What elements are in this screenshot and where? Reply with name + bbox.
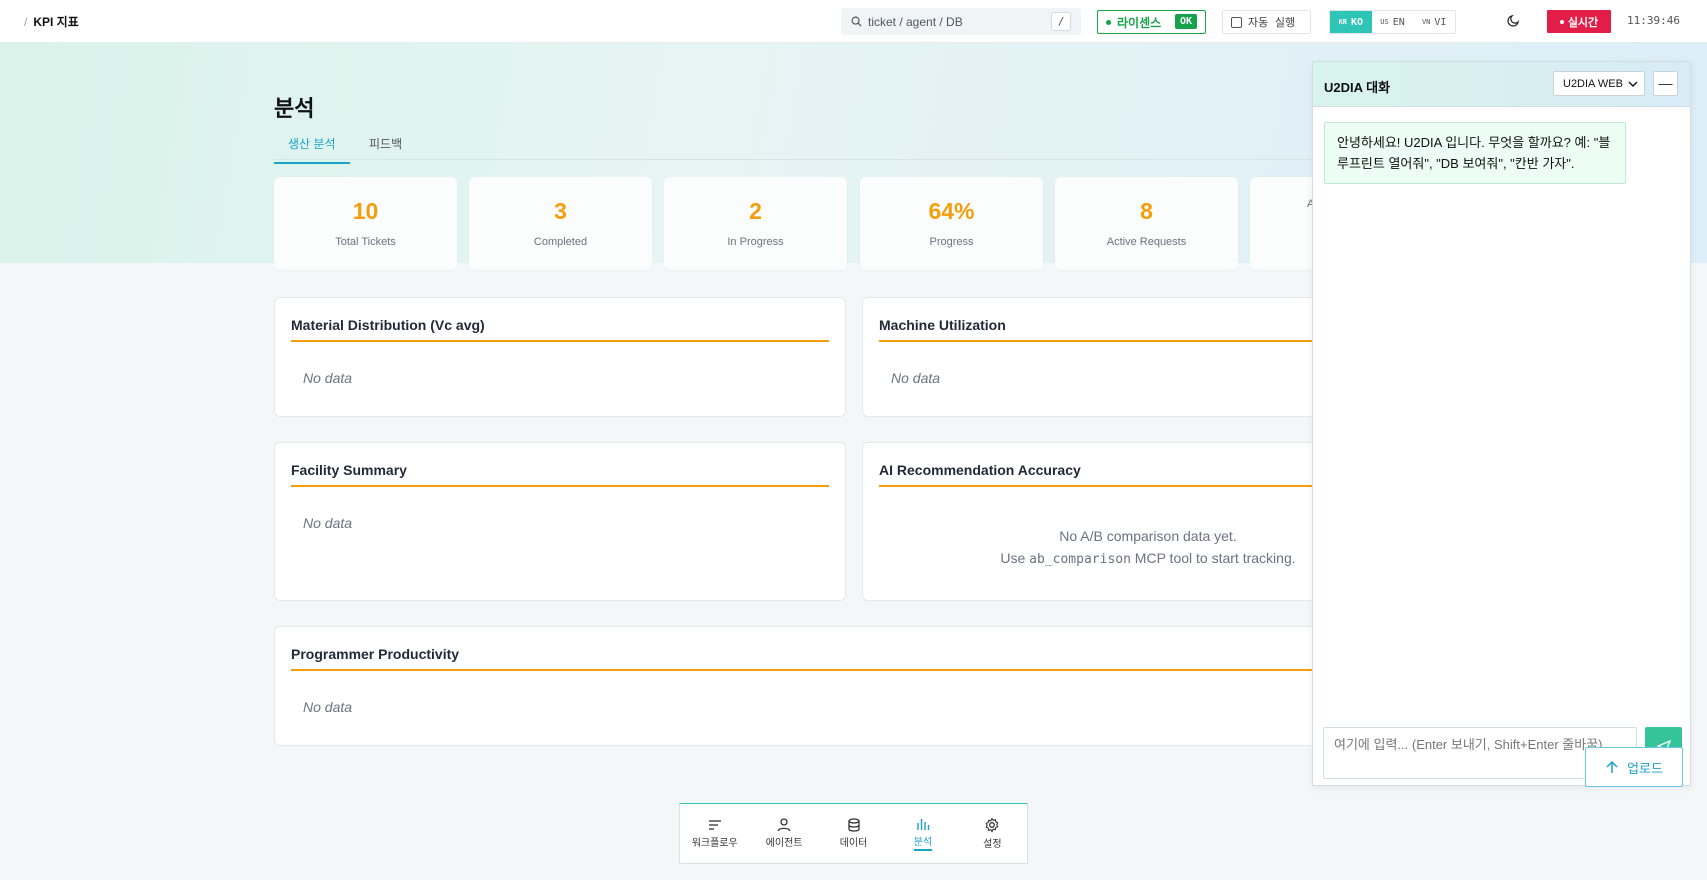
chart-icon	[917, 818, 930, 830]
live-label: 실시간	[1567, 15, 1599, 29]
tab-feedback[interactable]: 피드백	[369, 135, 402, 152]
tab-production-analysis[interactable]: 생산 분석	[274, 135, 350, 164]
chat-minimize-button[interactable]: —	[1653, 71, 1678, 96]
card-title: Programmer Productivity	[291, 646, 460, 662]
auto-run-label: 자동 실행	[1248, 16, 1296, 29]
workflow-icon	[708, 820, 721, 830]
chat-mode-select[interactable]: U2DIA WEB	[1553, 71, 1645, 96]
nav-data[interactable]: 데이터	[819, 804, 888, 863]
bottom-nav: 워크플로우 에이전트 데이터 분석 설정	[679, 803, 1028, 864]
nav-label: 워크플로우	[691, 838, 738, 849]
kpi-label: Completed	[533, 236, 588, 248]
auto-run-toggle[interactable]: 자동 실행	[1222, 10, 1311, 34]
license-badge[interactable]: 라이센스 OK	[1097, 10, 1206, 34]
nav-agent[interactable]: 에이전트	[749, 804, 818, 863]
live-dot	[1559, 19, 1564, 24]
database-icon	[847, 818, 860, 832]
code-tool-name: ab_comparison	[1029, 552, 1131, 567]
nav-analysis[interactable]: 분석	[888, 804, 957, 863]
upload-button[interactable]: 업로드	[1585, 747, 1683, 787]
kpi-label: Total Tickets	[335, 236, 396, 248]
lang-vi[interactable]: VN VI	[1413, 11, 1455, 33]
nav-label: 데이터	[839, 838, 868, 849]
license-status-dot	[1106, 19, 1111, 25]
kpi-card-progress: 64% Progress	[860, 177, 1043, 270]
search-shortcut-key: /	[1051, 12, 1071, 31]
auto-run-checkbox[interactable]	[1231, 16, 1242, 28]
card-accent-bar	[291, 669, 1417, 671]
language-switcher: KR KO US EN VN VI	[1329, 10, 1456, 34]
kpi-label: Active Requests	[1106, 236, 1187, 248]
card-material-distribution: Material Distribution (Vc avg) No data	[274, 297, 846, 417]
kpi-value: 8	[1140, 198, 1153, 224]
card-title: Facility Summary	[291, 462, 407, 478]
chat-message-greeting: 안녕하세요! U2DIA 입니다. 무엇을 할까요? 예: "블루프린트 열어줘…	[1324, 122, 1626, 184]
clock: 11:39:46	[1627, 14, 1680, 27]
tab-bar: 생산 분석 피드백	[274, 132, 1314, 164]
card-facility-summary: Facility Summary No data	[274, 442, 846, 601]
lang-en[interactable]: US EN	[1372, 11, 1414, 33]
empty-state: No data	[891, 370, 941, 386]
nav-label: 설정	[983, 839, 1002, 850]
card-title: AI Recommendation Accuracy	[879, 462, 1081, 478]
license-ok-badge: OK	[1174, 14, 1197, 29]
nav-label: 에이전트	[765, 838, 803, 849]
license-label: 라이센스	[1117, 15, 1162, 30]
search-icon	[851, 16, 862, 27]
chevron-down-icon	[1628, 81, 1638, 87]
gear-icon	[985, 817, 999, 833]
person-icon	[777, 818, 791, 832]
kpi-card-completed: 3 Completed	[469, 177, 652, 270]
search-placeholder: ticket / agent / DB	[868, 14, 963, 29]
breadcrumb-title[interactable]: KPI 지표	[33, 15, 78, 29]
card-programmer-productivity: Programmer Productivity No data	[274, 626, 1434, 746]
kpi-value: 64%	[928, 198, 975, 224]
card-title: Material Distribution (Vc avg)	[291, 317, 485, 333]
chat-panel: U2DIA 대화 U2DIA WEB — 안녕하세요! U2DIA 입니다. 무…	[1312, 61, 1691, 786]
upload-label: 업로드	[1627, 760, 1663, 776]
kpi-value: 10	[352, 198, 379, 224]
kpi-card-total-tickets: 10 Total Tickets	[274, 177, 457, 270]
page-title: 분석	[274, 96, 315, 121]
kpi-value: 3	[554, 198, 567, 224]
card-title: Machine Utilization	[879, 317, 1006, 333]
breadcrumb: / KPI 지표	[24, 15, 79, 29]
empty-state: No data	[303, 515, 353, 531]
kpi-value: 2	[749, 198, 762, 224]
top-bar: / KPI 지표 ticket / agent / DB / 라이센스 OK 자동…	[0, 0, 1707, 43]
kpi-label: Progress	[929, 236, 974, 248]
kpi-card-in-progress: 2 In Progress	[664, 177, 847, 270]
chat-title: U2DIA 대화	[1324, 80, 1391, 95]
card-accent-bar	[291, 485, 829, 487]
live-button[interactable]: 실시간	[1547, 10, 1611, 33]
kpi-card-active-requests: 8 Active Requests	[1055, 177, 1238, 270]
chat-mode-value: U2DIA WEB	[1563, 78, 1623, 90]
lang-ko[interactable]: KR KO	[1330, 11, 1372, 33]
dark-mode-icon[interactable]	[1506, 13, 1521, 33]
nav-workflow[interactable]: 워크플로우	[680, 804, 749, 863]
kpi-label: In Progress	[727, 236, 784, 248]
search-input[interactable]: ticket / agent / DB /	[841, 8, 1081, 35]
chat-header: U2DIA 대화 U2DIA WEB —	[1313, 62, 1690, 107]
empty-state: No data	[303, 370, 353, 386]
arrow-up-icon	[1606, 760, 1618, 773]
nav-settings[interactable]: 설정	[958, 804, 1027, 863]
card-accent-bar	[291, 340, 829, 342]
empty-state: No data	[303, 699, 353, 715]
nav-label: 분석	[913, 833, 933, 851]
